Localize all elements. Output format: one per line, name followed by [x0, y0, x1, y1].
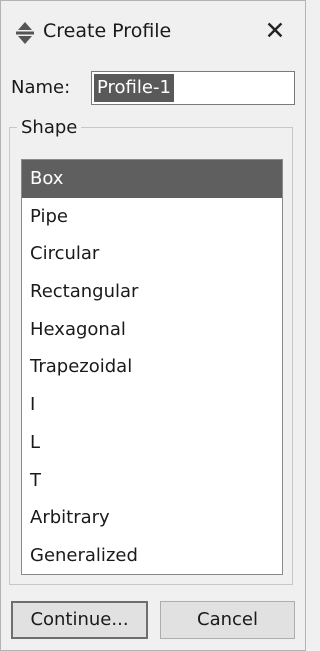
- list-item[interactable]: Circular: [22, 235, 282, 273]
- name-input[interactable]: Profile-1: [91, 71, 295, 105]
- continue-button[interactable]: Continue...: [11, 601, 148, 639]
- name-label: Name:: [11, 77, 71, 98]
- dialog-title: Create Profile: [43, 20, 172, 42]
- list-item[interactable]: Hexagonal: [22, 311, 282, 349]
- list-item[interactable]: T: [22, 462, 282, 500]
- title-bar: Create Profile ✕: [1, 1, 305, 61]
- create-profile-dialog: Create Profile ✕ Name: Profile-1 Shape B…: [0, 0, 306, 651]
- list-item[interactable]: L: [22, 424, 282, 462]
- move-arrows-icon: [16, 22, 34, 44]
- list-item[interactable]: Rectangular: [22, 273, 282, 311]
- shape-listbox[interactable]: Box Pipe Circular Rectangular Hexagonal …: [21, 159, 283, 575]
- list-item[interactable]: Generalized: [22, 537, 282, 574]
- list-item[interactable]: I: [22, 386, 282, 424]
- close-button[interactable]: ✕: [257, 13, 293, 49]
- cancel-button[interactable]: Cancel: [160, 601, 295, 639]
- name-input-value: Profile-1: [94, 74, 174, 102]
- list-item[interactable]: Pipe: [22, 198, 282, 236]
- close-icon: ✕: [264, 16, 286, 45]
- shape-group-label: Shape: [17, 115, 82, 141]
- list-item[interactable]: Box: [22, 160, 282, 198]
- list-item[interactable]: Trapezoidal: [22, 348, 282, 386]
- list-item[interactable]: Arbitrary: [22, 499, 282, 537]
